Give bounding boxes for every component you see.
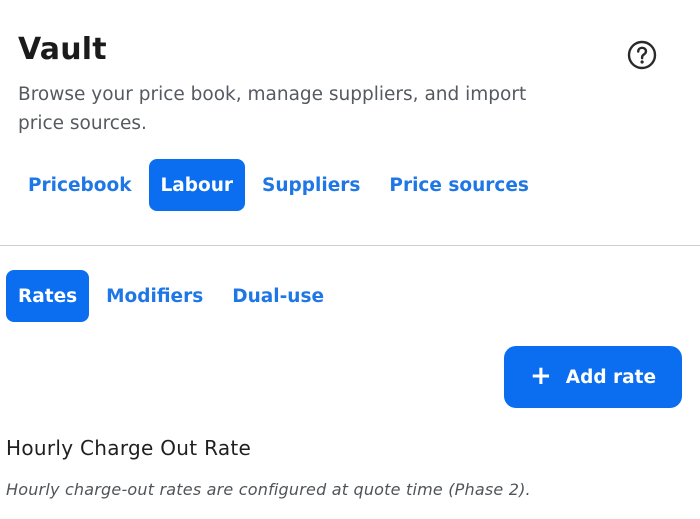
page-header: Vault Browse your price book, manage sup… (18, 30, 618, 138)
tab-labour[interactable]: Labour (148, 159, 246, 211)
help-button[interactable] (626, 39, 658, 71)
tab-suppliers[interactable]: Suppliers (250, 159, 372, 211)
tab-price-sources[interactable]: Price sources (377, 159, 541, 211)
section-title: Hourly Charge Out Rate (6, 436, 252, 460)
add-rate-label: Add rate (565, 366, 657, 388)
add-rate-button[interactable]: + Add rate (504, 346, 682, 408)
sub-tab-modifiers[interactable]: Modifiers (94, 270, 215, 322)
vault-tabs: Pricebook Labour Suppliers Price sources (16, 159, 546, 211)
sub-tab-dual-use[interactable]: Dual-use (220, 270, 336, 322)
help-circle-icon (627, 40, 657, 70)
page-subtitle: Browse your price book, manage suppliers… (18, 84, 527, 134)
labour-sub-tabs: Rates Modifiers Dual-use (6, 270, 341, 322)
plus-icon: + (529, 360, 552, 391)
section-divider (0, 245, 700, 246)
page-title: Vault (18, 32, 107, 67)
tab-pricebook[interactable]: Pricebook (16, 159, 144, 211)
section-note: Hourly charge-out rates are configured a… (6, 480, 531, 499)
sub-tab-rates[interactable]: Rates (6, 270, 90, 322)
